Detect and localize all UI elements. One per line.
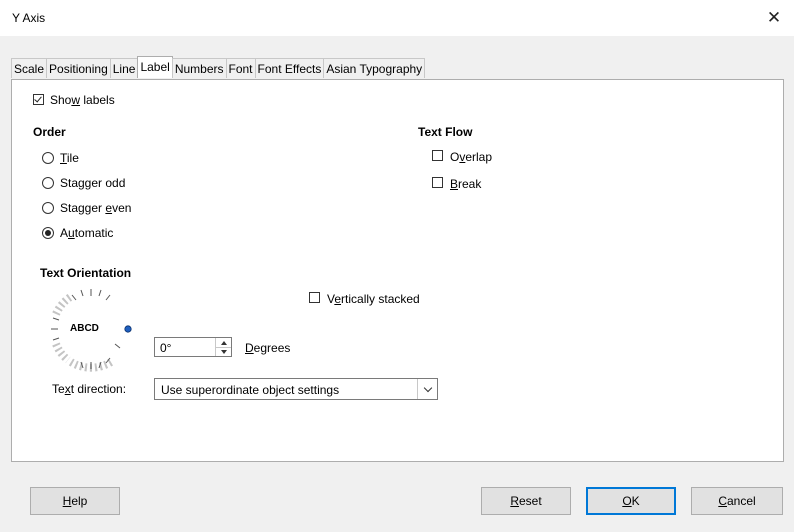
order-tile-radio[interactable] [42, 152, 54, 164]
order-stagger-odd-radio[interactable] [42, 177, 54, 189]
vertically-stacked-label[interactable]: Vertically stacked [327, 292, 420, 306]
close-button[interactable]: ✕ [754, 0, 794, 36]
order-stagger-odd-label[interactable]: Stagger odd [60, 176, 125, 190]
order-tile-label[interactable]: Tile [60, 151, 79, 165]
degrees-decrement-button[interactable] [216, 347, 231, 356]
text-direction-label: Text direction: [52, 382, 127, 396]
show-labels-label[interactable]: Show labels [50, 93, 115, 107]
rotation-dial[interactable]: ABCD [46, 284, 136, 374]
ok-button[interactable]: OK [586, 487, 676, 515]
order-automatic-radio[interactable] [42, 227, 54, 239]
text-direction-value: Use superordinate object settings [161, 383, 340, 397]
text-direction-dropdown-button[interactable] [417, 379, 437, 399]
degrees-spin-buttons [215, 338, 231, 356]
order-automatic-label[interactable]: Automatic [60, 226, 113, 240]
arrow-down-icon [220, 349, 227, 354]
tab-font-effects[interactable]: Font Effects [254, 58, 325, 78]
tab-font[interactable]: Font [225, 58, 256, 78]
reset-button[interactable]: Reset [481, 487, 571, 515]
tab-label[interactable]: Label [137, 56, 173, 78]
dial-sample-text: ABCD [70, 323, 99, 334]
tab-numbers[interactable]: Numbers [171, 58, 227, 78]
order-stagger-even-label[interactable]: Stagger even [60, 201, 131, 215]
text-direction-select[interactable]: Use superordinate object settings [154, 378, 438, 400]
tab-scale[interactable]: Scale [11, 58, 48, 78]
overlap-label[interactable]: Overlap [450, 150, 492, 164]
tab-line[interactable]: Line [109, 58, 139, 78]
window-title: Y Axis [12, 11, 46, 25]
text-flow-heading: Text Flow [418, 125, 473, 139]
break-label[interactable]: Break [450, 177, 481, 191]
help-button[interactable]: Help [30, 487, 120, 515]
order-stagger-even-radio[interactable] [42, 202, 54, 214]
degrees-label: Degrees [245, 341, 291, 355]
chevron-down-icon [423, 383, 432, 392]
cancel-button[interactable]: Cancel [691, 487, 783, 515]
degrees-spinbox[interactable]: 0° [154, 337, 232, 357]
degrees-value: 0° [160, 341, 172, 355]
tab-panel-label: Show labels Order Tile Stagger odd Stagg… [11, 79, 784, 462]
overlap-checkbox[interactable] [432, 150, 443, 161]
title-bar: Y Axis ✕ [0, 0, 794, 36]
close-icon: ✕ [766, 8, 782, 27]
arrow-up-icon [220, 340, 227, 345]
text-orientation-heading: Text Orientation [40, 266, 132, 280]
vertically-stacked-checkbox[interactable] [309, 292, 320, 303]
order-heading: Order [33, 125, 66, 139]
break-checkbox[interactable] [432, 177, 443, 188]
tab-strip: Scale Positioning Line Label Numbers Fon… [11, 56, 426, 79]
tab-positioning[interactable]: Positioning [46, 58, 111, 78]
show-labels-checkbox[interactable] [33, 94, 44, 105]
tab-asian-typography[interactable]: Asian Typography [323, 58, 426, 78]
